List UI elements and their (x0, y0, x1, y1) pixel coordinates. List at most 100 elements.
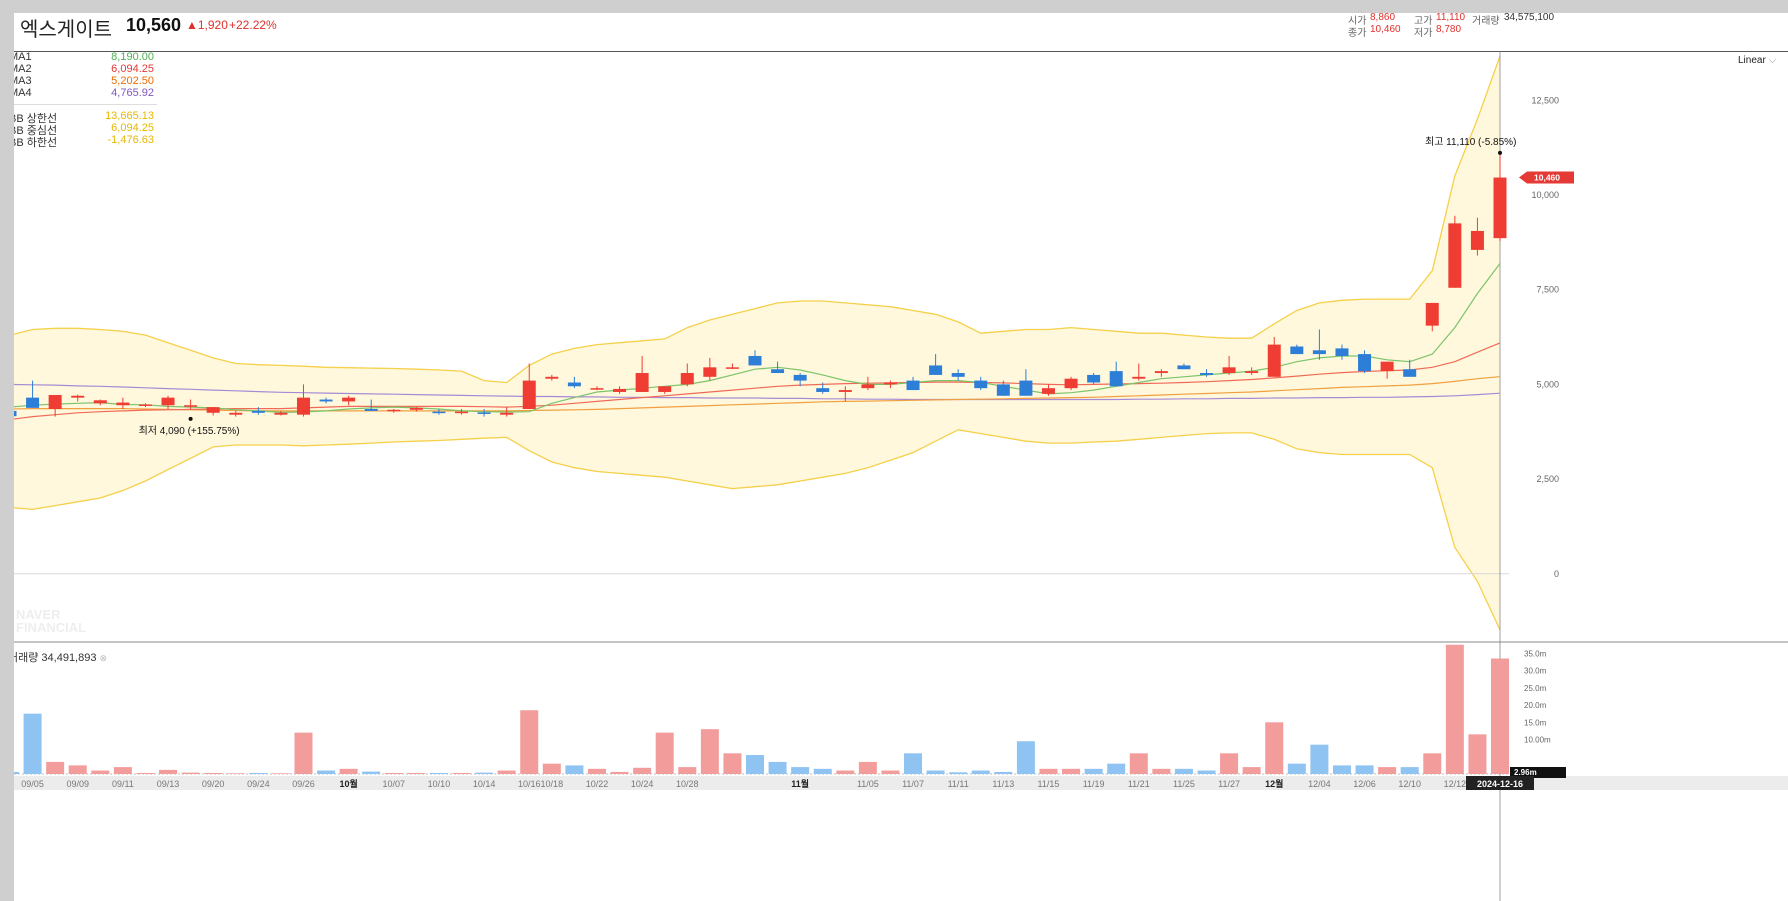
x-axis-label: 12/04 (1308, 779, 1331, 789)
volume-bar (655, 732, 674, 774)
volume-bar (14, 771, 19, 774)
candle-body (1425, 302, 1439, 326)
candle-body (635, 373, 649, 392)
candle-body (184, 405, 198, 407)
x-axis-label: 09/11 (112, 779, 134, 789)
volume-axis-label: 25.0m (1524, 684, 1547, 693)
candle-body (1267, 344, 1281, 377)
volume-bar (542, 763, 561, 774)
volume-bar (339, 768, 358, 774)
candle-body (1448, 223, 1462, 288)
volume-bar (813, 768, 832, 774)
volume-axis-label: 20.0m (1524, 701, 1547, 710)
candle-body (1041, 388, 1055, 394)
candle-body (838, 390, 852, 392)
volume-bar (23, 713, 42, 774)
candle-body (409, 407, 423, 410)
bollinger-band (14, 55, 1501, 631)
volume-bar (700, 729, 719, 774)
candle-body (996, 384, 1010, 396)
x-axis-label: 09/09 (66, 779, 89, 789)
candle-body (748, 355, 762, 366)
volume-bar (407, 772, 426, 774)
volume-bar (610, 771, 629, 774)
volume-axis-label: 30.0m (1524, 667, 1547, 676)
x-axis-label: 11/13 (992, 779, 1014, 789)
volume-bar (565, 765, 584, 774)
candle-body (1312, 350, 1326, 355)
candle-body (725, 367, 739, 369)
volume-bar (1400, 767, 1419, 774)
volume-bar (926, 770, 945, 774)
candle-body (161, 397, 175, 406)
candle-body (522, 380, 536, 410)
candle-body (658, 386, 672, 392)
volume-bar (949, 772, 968, 774)
volume-bar (768, 761, 787, 774)
x-axis-label: 10/28 (676, 779, 699, 789)
candle-body (861, 384, 875, 389)
x-axis-label: 11/05 (857, 779, 879, 789)
candle-body (974, 380, 988, 389)
volume-bar (362, 771, 381, 774)
x-axis-label: 12/06 (1353, 779, 1376, 789)
volume-bar (858, 761, 877, 774)
x-axis-label: 09/05 (21, 779, 44, 789)
volume-bar (836, 770, 855, 774)
x-axis-label: 10/07 (383, 779, 406, 789)
candle-body (1470, 230, 1484, 250)
volume-bar (226, 773, 245, 774)
volume-bar (204, 772, 223, 774)
high-marker (1498, 150, 1502, 155)
candle-body (48, 394, 62, 410)
x-axis-label: 10/16 (518, 779, 541, 789)
candle-body (567, 382, 581, 387)
x-axis-label: 10/24 (631, 779, 654, 789)
volume-bar (791, 767, 810, 774)
candle-body (1358, 354, 1372, 372)
volume-bar (520, 710, 539, 774)
volume-bar (249, 772, 268, 774)
chart-window: 엑스게이트 10,560 ▲1,920 +22.22% 시가 8,860 종가 … (14, 13, 1788, 901)
volume-bars (14, 644, 1509, 774)
price-chart[interactable]: 12,500 10,000 7,500 5,000 2,500 0 35.0m 30.0m 25… (14, 13, 1788, 901)
candle-body (703, 367, 717, 377)
candle-body (771, 369, 785, 374)
candle-body (477, 412, 491, 414)
volume-bar (1129, 753, 1148, 774)
volume-bar (994, 771, 1013, 774)
volume-bar (678, 767, 697, 774)
watermark: NAVER FINANCIAL (16, 608, 86, 634)
volume-bar (1242, 767, 1261, 774)
candle-body (1132, 376, 1146, 379)
volume-bar (633, 767, 652, 774)
volume-bar (91, 770, 110, 774)
x-axis-label: 12월 (1265, 778, 1283, 789)
candle-body (138, 404, 152, 406)
volume-axis-label: 10.00m (1524, 736, 1551, 745)
candle-body (906, 380, 920, 391)
x-axis-label: 11/21 (1128, 779, 1150, 789)
candle-body (1335, 348, 1349, 356)
volume-bar (881, 770, 900, 774)
candle-body (1177, 365, 1191, 370)
x-axis-label: 10/22 (586, 779, 609, 789)
candle-body (455, 411, 469, 414)
candle-body (274, 412, 288, 415)
volume-axis-label: 15.0m (1524, 718, 1547, 727)
candle-body (1019, 380, 1033, 396)
price-axis-label: 0 (1554, 569, 1559, 579)
cursor-date-label: 2024-12-16 (1477, 779, 1523, 789)
low-marker (188, 416, 193, 421)
settings-icon[interactable]: ⊗ (100, 653, 108, 663)
candle-body (319, 399, 333, 402)
candle-body (1200, 373, 1214, 375)
x-axis-label: 10/10 (428, 779, 451, 789)
candle-body (1087, 374, 1101, 383)
volume-bar (497, 770, 516, 774)
x-axis-label: 10/14 (473, 779, 496, 789)
volume-bar (1152, 768, 1171, 774)
volume-title-text: 거래량 34,491,893 (14, 652, 97, 664)
volume-bar (1287, 763, 1306, 774)
candle-body (1222, 367, 1236, 374)
